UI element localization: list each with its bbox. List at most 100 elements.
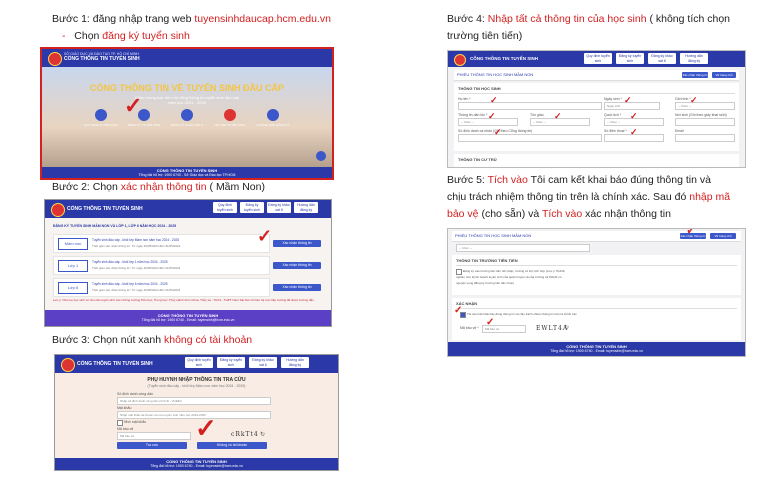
tag-lop-6: Lớp 6 [58,282,88,294]
place-input[interactable] [675,118,735,126]
tile-khao-sat[interactable]: ĐĂNG KÝ KHẢO SÁT 6 [168,109,206,139]
section-title-advanced: THÔNG TIN TRƯỜNG TIÊN TIẾN [456,258,518,263]
gender-select[interactable]: -- Chọn -- [675,102,735,110]
remember-label: Nhớ mật khẩu [124,420,147,424]
email-input[interactable] [675,134,735,142]
note-text: Lưu ý: Cha mẹ học sinh có nhu cầu tuyển … [53,298,314,302]
section-title: THÔNG TIN HỌC SINH [458,86,501,91]
logo-icon [61,358,75,372]
checkmark-icon: ✓ [630,111,638,121]
home-button[interactable]: Về trang chủ [712,72,736,78]
hero-banner: CỔNG THÔNG TIN VỀ TUYỂN SINH ĐẦU CẤP Chà… [42,67,332,167]
site-header: SỞ GIÁO DỤC VÀ ĐÀO TẠO TP. HỒ CHÍ MINH C… [42,49,332,67]
lookup-button[interactable]: Tra cứu [117,442,187,449]
tile-ho-tro[interactable]: HỖ TRỢ TUYỂN SINH [211,109,249,139]
home-button[interactable]: Về trang chủ [710,233,736,239]
nav-quy-dinh[interactable]: Quy định tuyển sinh [213,202,237,213]
remember-checkbox[interactable] [117,420,123,426]
checkmark-icon: ✓ [690,95,698,105]
step1-subtext: - Chọn đăng ký tuyển sinh [62,30,190,42]
header-title: CỔNG THÔNG TIN TUYỂN SINH [77,361,153,367]
confirm-mam-non-button[interactable]: Xác nhận thông tin [273,240,321,247]
nav-khao-sat[interactable]: Đăng ký khảo sát 6 [648,53,676,64]
confirm-lop-1-button[interactable]: Xác nhận thông tin [273,262,321,269]
advanced-section: THÔNG TIN TRƯỜNG TIÊN TIẾN Đăng ký vào t… [452,255,741,295]
step2-text: Bước 2: Chọn xác nhận thông tin ( Mầm No… [52,181,265,193]
nav-quy-dinh[interactable]: Quy định tuyển sinh [185,357,213,368]
screenshot-homepage: SỞ GIÁO DỤC VÀ ĐÀO TẠO TP. HỒ CHÍ MINH C… [40,47,334,180]
label-captcha: Mã bảo vệ [117,427,134,431]
divider [458,93,735,94]
form-bar-title: PHIẾU THÔNG TIN HỌC SINH MẦM NON [455,233,532,238]
password-input[interactable]: Nhập mật khẩu tài khoản tra cứu tuyển si… [117,411,271,419]
nav-huong-dan[interactable]: Hướng dẫn đăng ký [294,202,318,213]
hero-title: CỔNG THÔNG TIN VỀ TUYỂN SINH ĐẦU CẤP [89,83,284,93]
name-input[interactable] [458,102,602,110]
captcha-image: cRkTt4 [231,431,259,438]
id-input[interactable] [458,134,602,142]
doc-icon [95,109,107,121]
checkmark-icon: ✓ [488,111,496,121]
step3-text: Bước 3: Chọn nút xanh không có tài khoản [52,334,253,346]
nav-khao-sat[interactable]: Đăng ký khảo sát 6 [267,202,291,213]
site-header: CỔNG THÔNG TIN TUYỂN SINH Quy định tuyển… [45,200,331,218]
form-bar-title: PHIẾU THÔNG TIN HỌC SINH MẦM NON [457,72,534,77]
tile-row: QUY ĐỊNH TUYỂN SINH ĐĂNG KÝ TUYỂN SINH Đ… [82,109,292,139]
survey-icon [181,109,193,121]
phone-icon[interactable] [316,151,326,161]
nav-quy-dinh[interactable]: Quy định tuyển sinh [584,53,612,64]
site-header: CỔNG THÔNG TIN TUYỂN SINH Quy định tuyển… [55,355,338,373]
commit-label: Tôi cam kết khai báo đúng thông tin và c… [467,312,578,316]
site-footer: CỔNG THÔNG TIN TUYỂN SINH Tổng đài hỗ tr… [55,458,338,470]
form-toolbar: PHIẾU THÔNG TIN HỌC SINH MẦM NON Xác nhậ… [452,228,741,242]
checkmark-icon: ✓ [454,305,463,316]
tag-lop-1: Lớp 1 [58,260,88,272]
tile-quy-dinh[interactable]: QUY ĐỊNH TUYỂN SINH [82,109,120,139]
select-field[interactable]: -- Chọn -- [456,244,590,252]
nav-huong-dan[interactable]: Hướng dẫn đăng ký [281,357,309,368]
tile-huong-dan[interactable]: HƯỚNG DẪN ĐĂNG KÝ [254,109,292,139]
site-footer: CỔNG THÔNG TIN TUYỂN SINH Tổng đài hỗ tr… [42,167,332,178]
nav-dang-ky[interactable]: Đăng ký tuyển sinh [616,53,644,64]
row-mam-non: Mầm non Tuyển sinh đầu cấp - khối lớp Mầ… [53,234,270,253]
step5-text-line3: bảo vệ (cho sẵn) và Tích vào xác nhận th… [447,208,671,220]
checkmark-icon: ✓ [195,413,217,443]
step1-text: Bước 1: đăng nhập trang web tuyensinhdau… [52,13,331,25]
content-area: PHIẾU THÔNG TIN HỌC SINH MẦM NON Xác nhậ… [448,67,745,167]
id-input[interactable]: Nhập số định danh công dân (CCCD - VNEID… [117,397,271,405]
form-toolbar: PHIẾU THÔNG TIN HỌC SINH MẦM NON Xác nhậ… [454,70,739,81]
guide-icon [267,109,279,121]
row-lop-6: Lớp 6 Tuyển sinh đầu cấp - khối lớp 6 nă… [53,278,270,297]
support-icon [224,109,236,121]
step4-text: Bước 4: Nhập tất cả thông tin của học si… [447,13,731,25]
refresh-icon[interactable]: ↻ [260,431,265,438]
header-title: CỔNG THÔNG TIN TUYỂN SINH [64,56,140,62]
nav-dang-ky[interactable]: Đăng ký tuyển sinh [217,357,245,368]
checkmark-icon: ✓ [624,95,632,105]
refresh-icon[interactable]: ↻ [564,324,569,331]
label-captcha: Mã bảo vệ * [460,326,479,330]
row-lop-1: Lớp 1 Tuyển sinh đầu cấp - khối lớp 1 nă… [53,256,270,275]
checkmark-icon: ✓ [124,93,143,118]
section-title-residence: THÔNG TIN CƯ TRÚ [458,157,497,162]
logo-icon [48,52,62,66]
site-footer: CỔNG THÔNG TIN TUYỂN SINH Tổng đài hỗ tr… [448,342,745,356]
confirm-button[interactable]: Xác nhận thông tin [682,72,708,78]
dob-input[interactable]: Ngày sinh [604,102,660,110]
confirm-lop-6-button[interactable]: Xác nhận thông tin [273,284,321,291]
step1-link[interactable]: tuyensinhdaucap.hcm.edu.vn [194,13,331,25]
form-area: PHỤ HUYNH NHẬP THÔNG TIN TRA CỨU (Tuyển … [55,373,338,458]
confirm-section: XÁC NHẬN Tôi cam kết khai báo đúng thông… [452,298,741,340]
divider [456,265,737,266]
nav-dang-ky[interactable]: Đăng ký tuyển sinh [240,202,264,213]
content-area: ĐĂNG KÝ TUYỂN SINH MẦM NON VÀ LỚP 1, LỚP… [45,218,331,310]
student-section: THÔNG TIN HỌC SINH Họ tên * ✓ Ngày sinh … [454,83,739,151]
content-area: PHIẾU THÔNG TIN HỌC SINH MẦM NON Xác nhậ… [448,229,745,342]
nav-khao-sat[interactable]: Đăng ký khảo sát 6 [249,357,277,368]
checkmark-icon: ✓ [686,228,697,237]
nav-huong-dan[interactable]: Hướng dẫn đăng ký [680,53,708,64]
form-title: PHỤ HUYNH NHẬP THÔNG TIN TRA CỨU [147,377,246,383]
logo-icon [51,203,65,217]
logo-icon [454,54,466,66]
captcha-input[interactable]: Mã bảo vệ [117,432,191,440]
